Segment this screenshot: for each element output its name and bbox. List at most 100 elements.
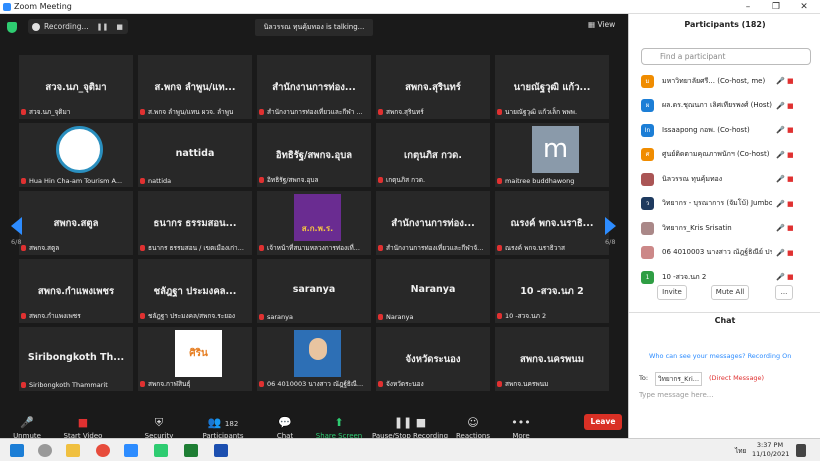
previous-page-arrow-icon[interactable] (11, 217, 22, 235)
tile-label-text: สพกจ.กำแพงเพชร (29, 312, 81, 320)
tile-label-text: Naranya (386, 313, 414, 321)
participant-row[interactable]: วิทยากร_Kris Srisatin 🎤 ■ (641, 217, 813, 239)
search-icon[interactable] (38, 444, 52, 457)
close-button[interactable]: ✕ (791, 0, 817, 14)
chrome-icon[interactable] (96, 444, 110, 457)
participant-row[interactable]: ผ ผล.ดร.ชุณนภา เลิศเทียรพงศ์ (Host) 🎤 ■ (641, 95, 813, 117)
start-video-button[interactable]: ■ Start Video (56, 416, 110, 440)
language-indicator[interactable]: ไทย (735, 446, 746, 456)
video-tile[interactable]: อิทธิรัฐ/สพกจ.อุบล อิทธิรัฐ/สพกจ.อุบล (257, 123, 371, 187)
mic-video-status-icon: 🎤 ■ (776, 150, 794, 159)
excel-icon[interactable] (184, 444, 198, 457)
recipient-select[interactable]: วิทยากร_Kri... (655, 372, 703, 386)
tile-label-text: Hua Hin Cha-am Tourism A... (29, 177, 123, 185)
unmute-button[interactable]: 🎤 Unmute (0, 416, 54, 440)
video-tile[interactable]: ชลัฎฐา ประมงคล... ชลัฎฐา ประมงคล/สพกจ.ระย… (138, 259, 252, 323)
tile-label-text: สำนักงานการท่องเที่ยวและกีฬา ... (267, 108, 363, 116)
tile-name: ณรงค์ พกจ.นราธิ... (510, 218, 594, 229)
chat-icon: 💬 (278, 416, 292, 429)
tile-name: จังหวัดระนอง (405, 354, 461, 365)
tile-label: เจ้าหน้าที่สนามหลวงการท่องเที่... (259, 243, 360, 253)
video-tile[interactable]: ศิริน สพกจ.กาฬสินธุ์ (138, 327, 252, 391)
stop-recording-button[interactable]: ■ (116, 23, 123, 31)
tile-label-text: nattida (148, 177, 172, 185)
participant-row[interactable]: 06 4010003 นางสาว ณัฎฐ์ธิณีย์ ประ... 🎤 ■ (641, 242, 813, 264)
chat-message-input[interactable]: Type message here... (639, 391, 713, 399)
video-tile[interactable]: สวจ.นภ_จุติมา สวจ.นภ_จุติมา (19, 55, 133, 119)
tile-label-text: 06 4010003 นางสาว ณัฎฐ์ธิณี... (267, 380, 364, 388)
participant-row[interactable]: ว วิทยากร - บุรณาการ (จัมโบ้) Jumbo ... 🎤 … (641, 193, 813, 215)
video-tile[interactable]: จังหวัดระนอง จังหวัดระนอง (376, 327, 490, 391)
video-tile[interactable]: Naranya Naranya (376, 259, 490, 323)
video-tile[interactable]: saranya saranya (257, 259, 371, 323)
video-tile[interactable]: สพกจ.สตูล สพกจ.สตูล (19, 191, 133, 255)
video-tile[interactable]: นายณัฐวุฒิ แก้ว... นายณัฐวุฒิ แก้วเล็ก พพ… (495, 55, 609, 119)
video-tile[interactable]: เกตุนภิส กวด. เกตุนภิส กวด. (376, 123, 490, 187)
pause-stop-recording-button[interactable]: ❚❚ ■ Pause/Stop Recording (370, 416, 450, 440)
search-input[interactable]: Find a participant (641, 48, 811, 65)
participant-row[interactable]: ม มหาวิทยาลัยศรี... (Co-host, me) 🎤 ■ (641, 70, 813, 92)
minimize-button[interactable]: – (735, 0, 761, 14)
tile-label: สพกจ.กาฬสินธุ์ (140, 379, 190, 389)
tile-label-text: อิทธิรัฐ/สพกจ.อุบล (267, 176, 319, 184)
mic-muted-icon (21, 245, 26, 251)
word-icon[interactable] (214, 444, 228, 457)
tile-label: สพกจ.สตูล (21, 243, 59, 253)
clock-time[interactable]: 3:37 PM (752, 441, 788, 449)
video-tile[interactable]: ณรงค์ พกจ.นราธิ... ณรงค์ พกจ.นราธิวาส (495, 191, 609, 255)
chat-button[interactable]: 💬 Chat (258, 416, 312, 440)
video-tile[interactable]: สพกจ.สุรินทร์ สพกจ.สุรินทร์ (376, 55, 490, 119)
record-icon (32, 22, 40, 31)
zoom-icon[interactable] (124, 444, 138, 457)
clock-date[interactable]: 11/10/2021 (752, 450, 789, 458)
notification-icon[interactable] (796, 444, 806, 457)
participant-row[interactable]: นิลวรรณ ทุนคุ้มทอง 🎤 ■ (641, 168, 813, 190)
tile-name: ชลัฎฐา ประมงคล... (153, 286, 237, 297)
view-label: View (597, 20, 616, 29)
security-button[interactable]: ⛨ Security (132, 416, 186, 440)
video-tile[interactable]: สำนักงานการท่อง... สำนักงานการท่องเที่ยวแ… (376, 191, 490, 255)
video-tile[interactable]: m maitree buddhawong (495, 123, 609, 187)
next-page-arrow-icon[interactable] (605, 217, 616, 235)
participant-row[interactable]: In Issaapong กอพ. (Co-host) 🎤 ■ (641, 119, 813, 141)
video-tile[interactable]: ส.ก.พ.ร. เจ้าหน้าที่สนามหลวงการท่องเที่..… (257, 191, 371, 255)
participant-name: 10 -สวจ.นภ 2 (662, 272, 707, 281)
video-tile[interactable]: Siribongkoth Th... Siribongkoth Thammarit (19, 327, 133, 391)
video-tile[interactable]: Hua Hin Cha-am Tourism A... (19, 123, 133, 187)
share-screen-button[interactable]: ⬆ Share Screen (312, 416, 366, 440)
pause-recording-button[interactable]: ❚❚ (97, 23, 109, 31)
windows-start-icon[interactable] (10, 444, 24, 457)
mic-muted-icon (497, 313, 502, 319)
video-tile[interactable]: ธนากร ธรรมสอน... ธนากร ธรรมสอน / เขตเมือง… (138, 191, 252, 255)
video-tile[interactable]: สพกจ.กำแพงเพชร สพกจ.กำแพงเพชร (19, 259, 133, 323)
tile-label-text: นายณัฐวุฒิ แก้วเล็ก พพพ. (505, 108, 578, 116)
zoom-logo-icon (3, 3, 11, 11)
more-button[interactable]: ••• More (494, 416, 548, 440)
tile-label-text: เกตุนภิส กวด. (386, 176, 426, 184)
video-tile[interactable]: ส.พกจ ลำพูน/แท... ส.พกจ ลำพูน/แทน ผวจ. ลำ… (138, 55, 252, 119)
line-icon[interactable] (154, 444, 168, 457)
video-tile[interactable]: nattida nattida (138, 123, 252, 187)
file-explorer-icon[interactable] (66, 444, 80, 457)
mute-all-button[interactable]: Mute All (711, 285, 749, 300)
security-shield-icon[interactable] (7, 22, 17, 33)
participants-button[interactable]: 👥 182 Participants (196, 416, 250, 440)
chat-notice[interactable]: Who can see your messages? Recording On (649, 352, 791, 360)
participant-name: ผล.ดร.ชุณนภา เลิศเทียรพงศ์ (Host) (662, 101, 772, 109)
video-tile[interactable]: 06 4010003 นางสาว ณัฎฐ์ธิณี... (257, 327, 371, 391)
video-tile[interactable]: สำนักงานการท่อง... สำนักงานการท่องเที่ยวแ… (257, 55, 371, 119)
participant-row[interactable]: ศ ศูนย์ติดตามคุณภาพนักฯ (Co-host) 🎤 ■ (641, 144, 813, 166)
video-tile[interactable]: สพกจ.นครพนม สพกจ.นครพนม (495, 327, 609, 391)
leave-button[interactable]: Leave (584, 414, 622, 430)
invite-button[interactable]: Invite (657, 285, 687, 300)
more-options-button[interactable]: ... (775, 285, 793, 300)
view-button[interactable]: ▦ View (588, 20, 615, 29)
tile-label: Naranya (378, 313, 413, 321)
title-bar: Zoom Meeting – ❐ ✕ (0, 0, 820, 14)
tile-label: ธนากร ธรรมสอน / เขตเมืองเก่า... (140, 243, 244, 253)
video-tile[interactable]: 10 -สวจ.นภ 2 10 -สวจ.นภ 2 (495, 259, 609, 323)
reactions-button[interactable]: ☺ Reactions (446, 416, 500, 440)
maximize-button[interactable]: ❐ (763, 0, 789, 14)
tile-label-text: saranya (267, 313, 293, 321)
tile-name: Siribongkoth Th... (27, 352, 125, 363)
